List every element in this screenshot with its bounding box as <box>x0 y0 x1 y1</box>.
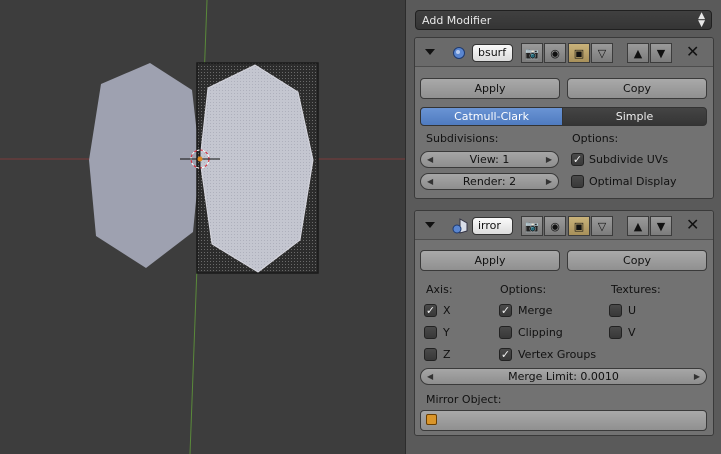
viewport-canvas[interactable] <box>0 0 405 454</box>
axis-y-checkbox[interactable] <box>424 326 437 339</box>
move-down-icon[interactable]: ▼ <box>650 216 672 236</box>
remove-modifier-icon[interactable]: ✕ <box>686 217 699 233</box>
view-levels-value: View: 1 <box>469 153 510 166</box>
editmode-toggle-icon[interactable]: ▣ <box>568 216 590 236</box>
vertex-groups-label: Vertex Groups <box>518 348 597 361</box>
merge-limit-value: Merge Limit: 0.0010 <box>508 370 619 383</box>
tab-simple[interactable]: Simple <box>562 107 707 126</box>
3d-viewport[interactable] <box>0 0 405 454</box>
increment-arrow-icon[interactable]: ▶ <box>546 152 552 167</box>
subdivisions-label: Subdivisions: <box>426 132 499 145</box>
subsurf-modifier-icon <box>453 47 465 59</box>
mirror-object-field[interactable] <box>420 410 707 431</box>
merge-limit-field[interactable]: ◀ Merge Limit: 0.0010 ▶ <box>420 368 707 385</box>
axis-z-label: Z <box>443 348 451 361</box>
optimal-display-label: Optimal Display <box>589 175 677 188</box>
object-cube-icon <box>426 414 437 425</box>
mirror-modifier-icon <box>452 218 468 234</box>
properties-panel: Add Modifier ▲ ▼ bsurf 📷 ◉ ▣ ▽ ▲ ▼ ✕ Appl… <box>405 0 721 454</box>
render-levels-field[interactable]: ◀ Render: 2 ▶ <box>420 173 559 190</box>
axis-y-label: Y <box>443 326 450 339</box>
cage-toggle-icon[interactable]: ▽ <box>591 43 613 63</box>
optimal-display-checkbox[interactable] <box>571 175 584 188</box>
mirror-object-label: Mirror Object: <box>426 393 502 406</box>
viewport-eye-icon[interactable]: ◉ <box>544 216 566 236</box>
remove-modifier-icon[interactable]: ✕ <box>686 44 699 60</box>
merge-checkbox[interactable]: ✓ <box>499 304 512 317</box>
clipping-checkbox[interactable] <box>499 326 512 339</box>
copy-button[interactable]: Copy <box>567 250 707 271</box>
options-label: Options: <box>500 283 547 296</box>
merge-label: Merge <box>518 304 553 317</box>
render-levels-value: Render: 2 <box>462 175 517 188</box>
subdivide-uvs-label: Subdivide UVs <box>589 153 669 166</box>
axis-x-checkbox[interactable]: ✓ <box>424 304 437 317</box>
increment-arrow-icon[interactable]: ▶ <box>694 369 700 384</box>
mirror-modifier-panel: irror 📷 ◉ ▣ ▽ ▲ ▼ ✕ Apply Copy Axis: ✓ X… <box>414 210 714 436</box>
add-modifier-dropdown[interactable]: Add Modifier ▲ ▼ <box>415 10 712 30</box>
axis-z-checkbox[interactable] <box>424 348 437 361</box>
clipping-label: Clipping <box>518 326 563 339</box>
tab-catmull-clark[interactable]: Catmull-Clark <box>420 107 563 126</box>
texture-v-label: V <box>628 326 636 339</box>
cage-toggle-icon[interactable]: ▽ <box>591 216 613 236</box>
view-levels-field[interactable]: ◀ View: 1 ▶ <box>420 151 559 168</box>
modifier-name-field[interactable]: bsurf <box>472 44 513 62</box>
modifier-name-field[interactable]: irror <box>472 217 513 235</box>
render-toggle-icon[interactable]: 📷 <box>521 43 543 63</box>
textures-label: Textures: <box>611 283 661 296</box>
modifier-header: irror 📷 ◉ ▣ ▽ ▲ ▼ ✕ <box>415 211 713 240</box>
render-toggle-icon[interactable]: 📷 <box>521 216 543 236</box>
increment-arrow-icon[interactable]: ▶ <box>546 174 552 189</box>
vertex-groups-checkbox[interactable]: ✓ <box>499 348 512 361</box>
copy-button[interactable]: Copy <box>567 78 707 99</box>
subsurf-modifier-panel: bsurf 📷 ◉ ▣ ▽ ▲ ▼ ✕ Apply Copy Catmull-C… <box>414 37 714 199</box>
add-modifier-label: Add Modifier <box>422 14 492 27</box>
editmode-toggle-icon[interactable]: ▣ <box>568 43 590 63</box>
dropdown-arrows-icon: ▲ ▼ <box>698 11 705 29</box>
decrement-arrow-icon[interactable]: ◀ <box>427 369 433 384</box>
collapse-triangle-icon[interactable] <box>425 49 435 55</box>
decrement-arrow-icon[interactable]: ◀ <box>427 152 433 167</box>
modifier-header: bsurf 📷 ◉ ▣ ▽ ▲ ▼ ✕ <box>415 38 713 67</box>
move-up-icon[interactable]: ▲ <box>627 43 649 63</box>
texture-u-checkbox[interactable] <box>609 304 622 317</box>
selected-mesh[interactable] <box>199 64 314 273</box>
mirrored-mesh[interactable] <box>89 63 200 268</box>
viewport-eye-icon[interactable]: ◉ <box>544 43 566 63</box>
move-down-icon[interactable]: ▼ <box>650 43 672 63</box>
subdivide-uvs-checkbox[interactable]: ✓ <box>571 153 584 166</box>
texture-v-checkbox[interactable] <box>609 326 622 339</box>
texture-u-label: U <box>628 304 637 317</box>
options-label: Options: <box>572 132 619 145</box>
collapse-triangle-icon[interactable] <box>425 222 435 228</box>
move-up-icon[interactable]: ▲ <box>627 216 649 236</box>
axis-x-label: X <box>443 304 451 317</box>
axis-label: Axis: <box>426 283 453 296</box>
decrement-arrow-icon[interactable]: ◀ <box>427 174 433 189</box>
apply-button[interactable]: Apply <box>420 78 560 99</box>
apply-button[interactable]: Apply <box>420 250 560 271</box>
